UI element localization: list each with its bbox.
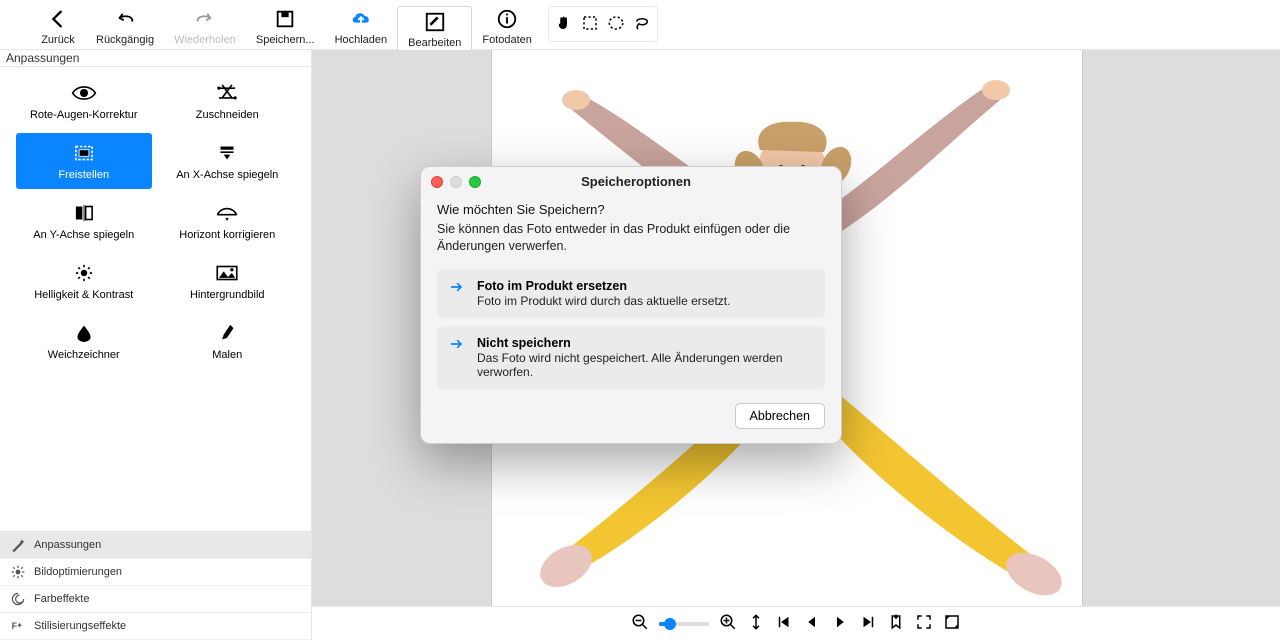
fullscreen-icon[interactable] [915, 613, 933, 634]
cat-optimizations[interactable]: Bildoptimierungen [0, 559, 311, 586]
adj-background[interactable]: Hintergrundbild [160, 253, 296, 309]
upload-label: Hochladen [335, 34, 388, 46]
arrow-right-icon [449, 336, 465, 355]
save-button[interactable]: Speichern... [246, 6, 325, 48]
fit-height-icon[interactable] [747, 613, 765, 634]
page-frame-icon[interactable] [943, 613, 961, 634]
nav-next-icon[interactable] [831, 613, 849, 634]
adj-crop[interactable]: Zuschneiden [160, 73, 296, 129]
option-sub: Foto im Produkt wird durch das aktuelle … [477, 294, 730, 308]
back-label: Zurück [41, 34, 75, 46]
marquee-ellipse-icon[interactable] [607, 14, 625, 35]
cat-adjustments[interactable]: Anpassungen [0, 532, 311, 559]
zoom-in-icon[interactable] [719, 613, 737, 634]
top-toolbar: Zurück Rückgängig Wiederholen Speichern.… [0, 0, 1280, 50]
zoom-out-icon[interactable] [631, 613, 649, 634]
undo-button[interactable]: Rückgängig [86, 6, 164, 48]
edit-button[interactable]: Bearbeiten [397, 6, 472, 54]
option-title: Foto im Produkt ersetzen [477, 279, 730, 293]
photodata-label: Fotodaten [482, 34, 532, 46]
adjustments-grid: Rote-Augen-Korrektur Zuschneiden Freiste… [0, 67, 311, 379]
cat-style-effects[interactable]: F Stilisierungseffekte [0, 613, 311, 640]
dialog-question: Wie möchten Sie Speichern? [437, 202, 825, 217]
adj-red-eye[interactable]: Rote-Augen-Korrektur [16, 73, 152, 129]
dialog-titlebar: Speicheroptionen [421, 167, 841, 196]
option-title: Nicht speichern [477, 336, 813, 350]
adj-flip-y[interactable]: An Y-Achse spiegeln [16, 193, 152, 249]
left-panel: Anpassungen Rote-Augen-Korrektur Zuschne… [0, 50, 312, 640]
swirl-icon [10, 591, 26, 607]
adj-flip-x[interactable]: An X-Achse spiegeln [160, 133, 296, 189]
save-label: Speichern... [256, 34, 315, 46]
fx-star-icon: F [10, 618, 26, 634]
selection-mode-group [548, 6, 658, 42]
hand-tool-icon[interactable] [555, 14, 573, 35]
redo-label: Wiederholen [174, 34, 236, 46]
edit-label: Bearbeiten [408, 37, 461, 49]
arrow-right-icon [449, 279, 465, 298]
save-options-dialog: Speicheroptionen Wie möchten Sie Speiche… [420, 166, 842, 444]
sun-icon [10, 564, 26, 580]
wand-icon [10, 537, 26, 553]
lasso-icon[interactable] [633, 14, 651, 35]
cat-color-effects[interactable]: Farbeffekte [0, 586, 311, 613]
adj-brightness[interactable]: Helligkeit & Kontrast [16, 253, 152, 309]
svg-text:F: F [12, 621, 18, 631]
photodata-button[interactable]: Fotodaten [472, 6, 542, 48]
cancel-button[interactable]: Abbrechen [735, 403, 825, 429]
adjustments-header: Anpassungen [0, 50, 311, 67]
marquee-rect-icon[interactable] [581, 14, 599, 35]
option-dont-save[interactable]: Nicht speichern Das Foto wird nicht gesp… [437, 326, 825, 389]
adj-blur[interactable]: Weichzeichner [16, 313, 152, 369]
zoom-slider[interactable] [659, 622, 709, 626]
category-list: Anpassungen Bildoptimierungen Farbeffekt… [0, 531, 311, 640]
dialog-title: Speicheroptionen [441, 174, 831, 189]
back-button[interactable]: Zurück [30, 6, 86, 48]
dialog-description: Sie können das Foto entweder in das Prod… [437, 221, 825, 255]
upload-button[interactable]: Hochladen [325, 6, 398, 48]
nav-prev-icon[interactable] [803, 613, 821, 634]
option-replace-in-product[interactable]: Foto im Produkt ersetzen Foto im Produkt… [437, 269, 825, 318]
nav-first-icon[interactable] [775, 613, 793, 634]
adj-paint[interactable]: Malen [160, 313, 296, 369]
bookmark-icon[interactable] [887, 613, 905, 634]
undo-label: Rückgängig [96, 34, 154, 46]
redo-button: Wiederholen [164, 6, 246, 48]
adj-cutout[interactable]: Freistellen [16, 133, 152, 189]
zoom-nav-bar [312, 606, 1280, 640]
adj-horizon[interactable]: Horizont korrigieren [160, 193, 296, 249]
nav-last-icon[interactable] [859, 613, 877, 634]
option-sub: Das Foto wird nicht gespeichert. Alle Än… [477, 351, 813, 379]
